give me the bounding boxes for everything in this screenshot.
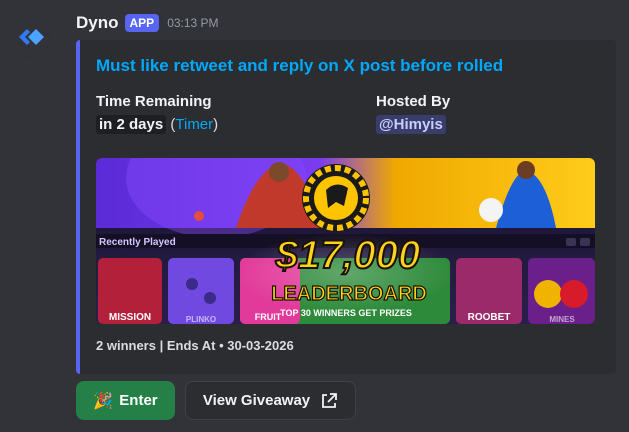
tile-label-roobet: ROOBET [468,312,511,323]
tile-label-plinko: PLINKO [186,315,216,324]
giveaway-banner-image[interactable]: Recently Played $17,000 LEADERBOARD TOP … [96,158,595,324]
view-giveaway-button[interactable]: View Giveaway [185,381,356,420]
embed-title[interactable]: Must like retweet and reply on X post be… [96,56,503,76]
field-value: @Himyis [376,115,450,134]
field-time-remaining: Time Remaining in 2 days (Timer) [96,93,219,134]
username[interactable]: Dyno [76,13,119,33]
banner-recently-played: Recently Played [99,237,176,248]
tile-label-fruit: FRUIT [255,312,282,322]
banner-tagline: TOP 30 WINNERS GET PRIZES [280,308,412,318]
giveaway-embed: Must like retweet and reply on X post be… [76,40,616,374]
paren-open: ( [166,116,176,133]
tile-label-mission: MISSION [109,312,151,323]
app-badge: APP [124,14,160,32]
timer-link[interactable]: Timer [175,116,213,133]
banner-amount: $17,000 [275,233,421,277]
host-mention[interactable]: @Himyis [376,115,446,134]
embed-footer: 2 winners | Ends At • 30-03-2026 [96,338,294,353]
bot-avatar[interactable] [10,17,50,57]
external-link-icon [320,392,338,410]
time-remaining-value: in 2 days [96,115,167,134]
field-hosted-by: Hosted By @Himyis [376,93,451,134]
tile-label-mines: MINES [549,315,575,324]
enter-button-label: Enter [119,392,158,409]
message-header: Dyno APP 03:13 PM [76,11,219,35]
enter-button[interactable]: 🎉 Enter [76,381,175,420]
view-giveaway-label: View Giveaway [202,392,311,409]
banner-subtitle: LEADERBOARD [271,283,427,305]
field-name: Hosted By [376,93,451,110]
paren-close: ) [213,116,219,133]
field-name: Time Remaining [96,93,212,110]
party-popper-icon: 🎉 [93,392,114,410]
timestamp: 03:13 PM [167,16,219,30]
field-value: in 2 days (Timer) [96,115,219,134]
dyno-logo-icon [10,17,50,57]
banner-artwork: Recently Played $17,000 LEADERBOARD TOP … [96,158,595,324]
